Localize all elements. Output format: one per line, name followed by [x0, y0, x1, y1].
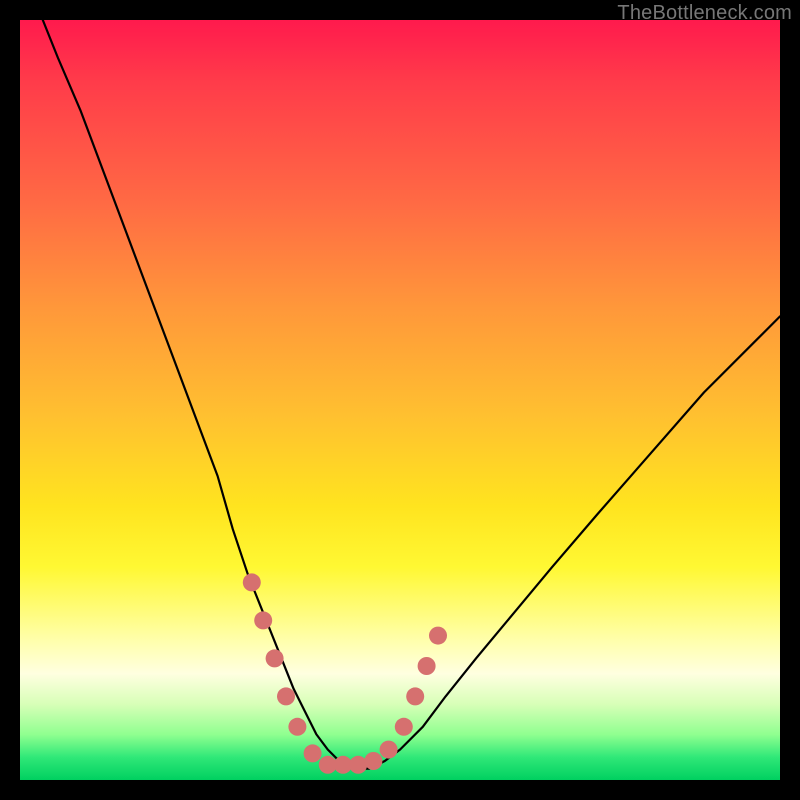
- watermark-text: TheBottleneck.com: [617, 2, 792, 25]
- chart-svg: [20, 20, 780, 780]
- bottleneck-curve: [43, 20, 780, 769]
- highlight-dots: [243, 573, 447, 773]
- chart-frame: TheBottleneck.com: [0, 0, 800, 800]
- plot-area: [20, 20, 780, 780]
